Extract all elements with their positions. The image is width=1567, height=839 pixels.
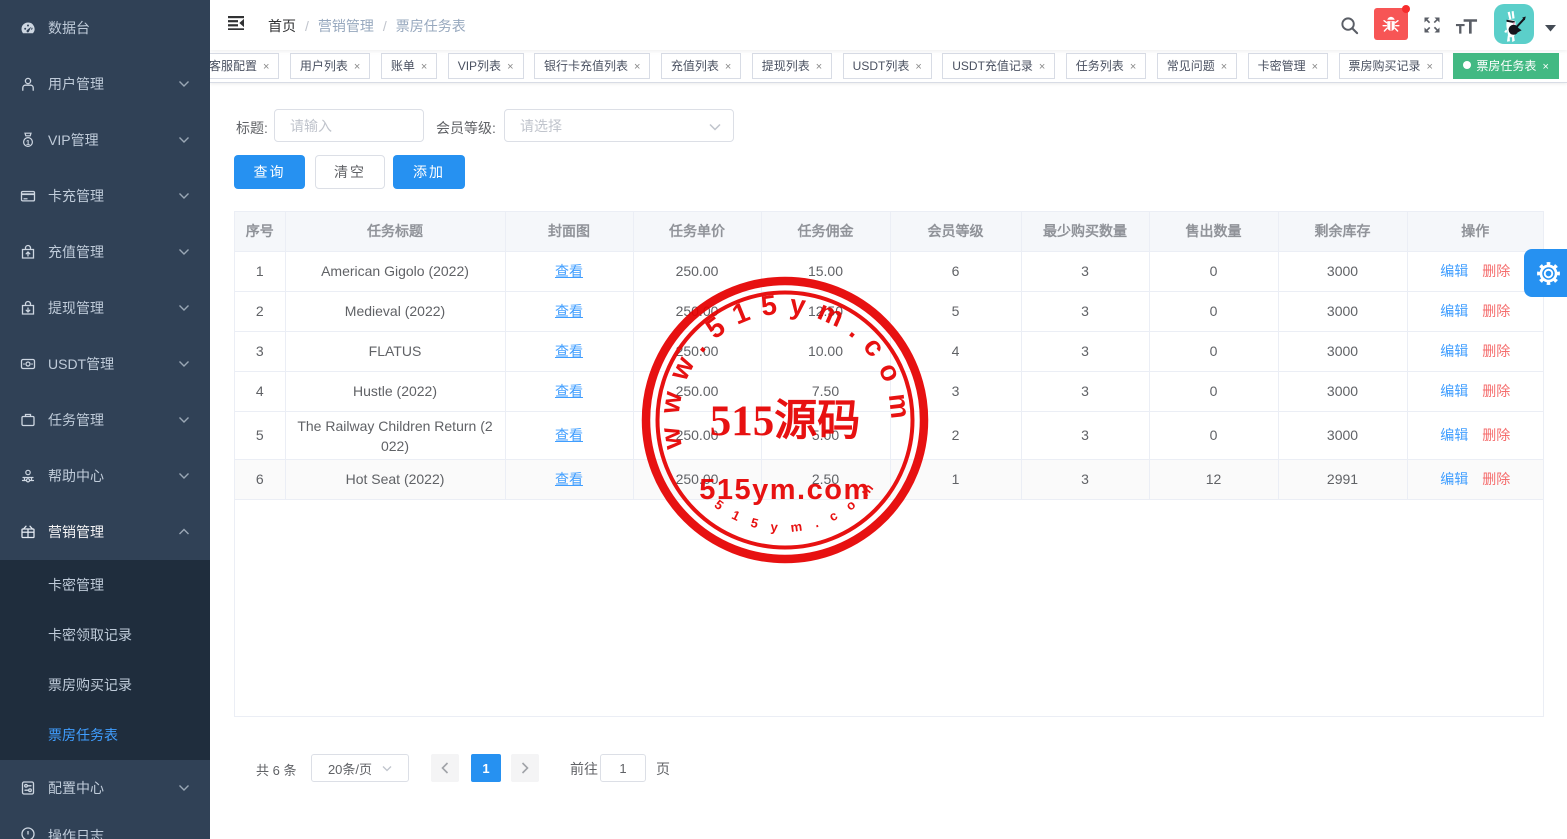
svg-text:1: 1 [26, 138, 30, 147]
